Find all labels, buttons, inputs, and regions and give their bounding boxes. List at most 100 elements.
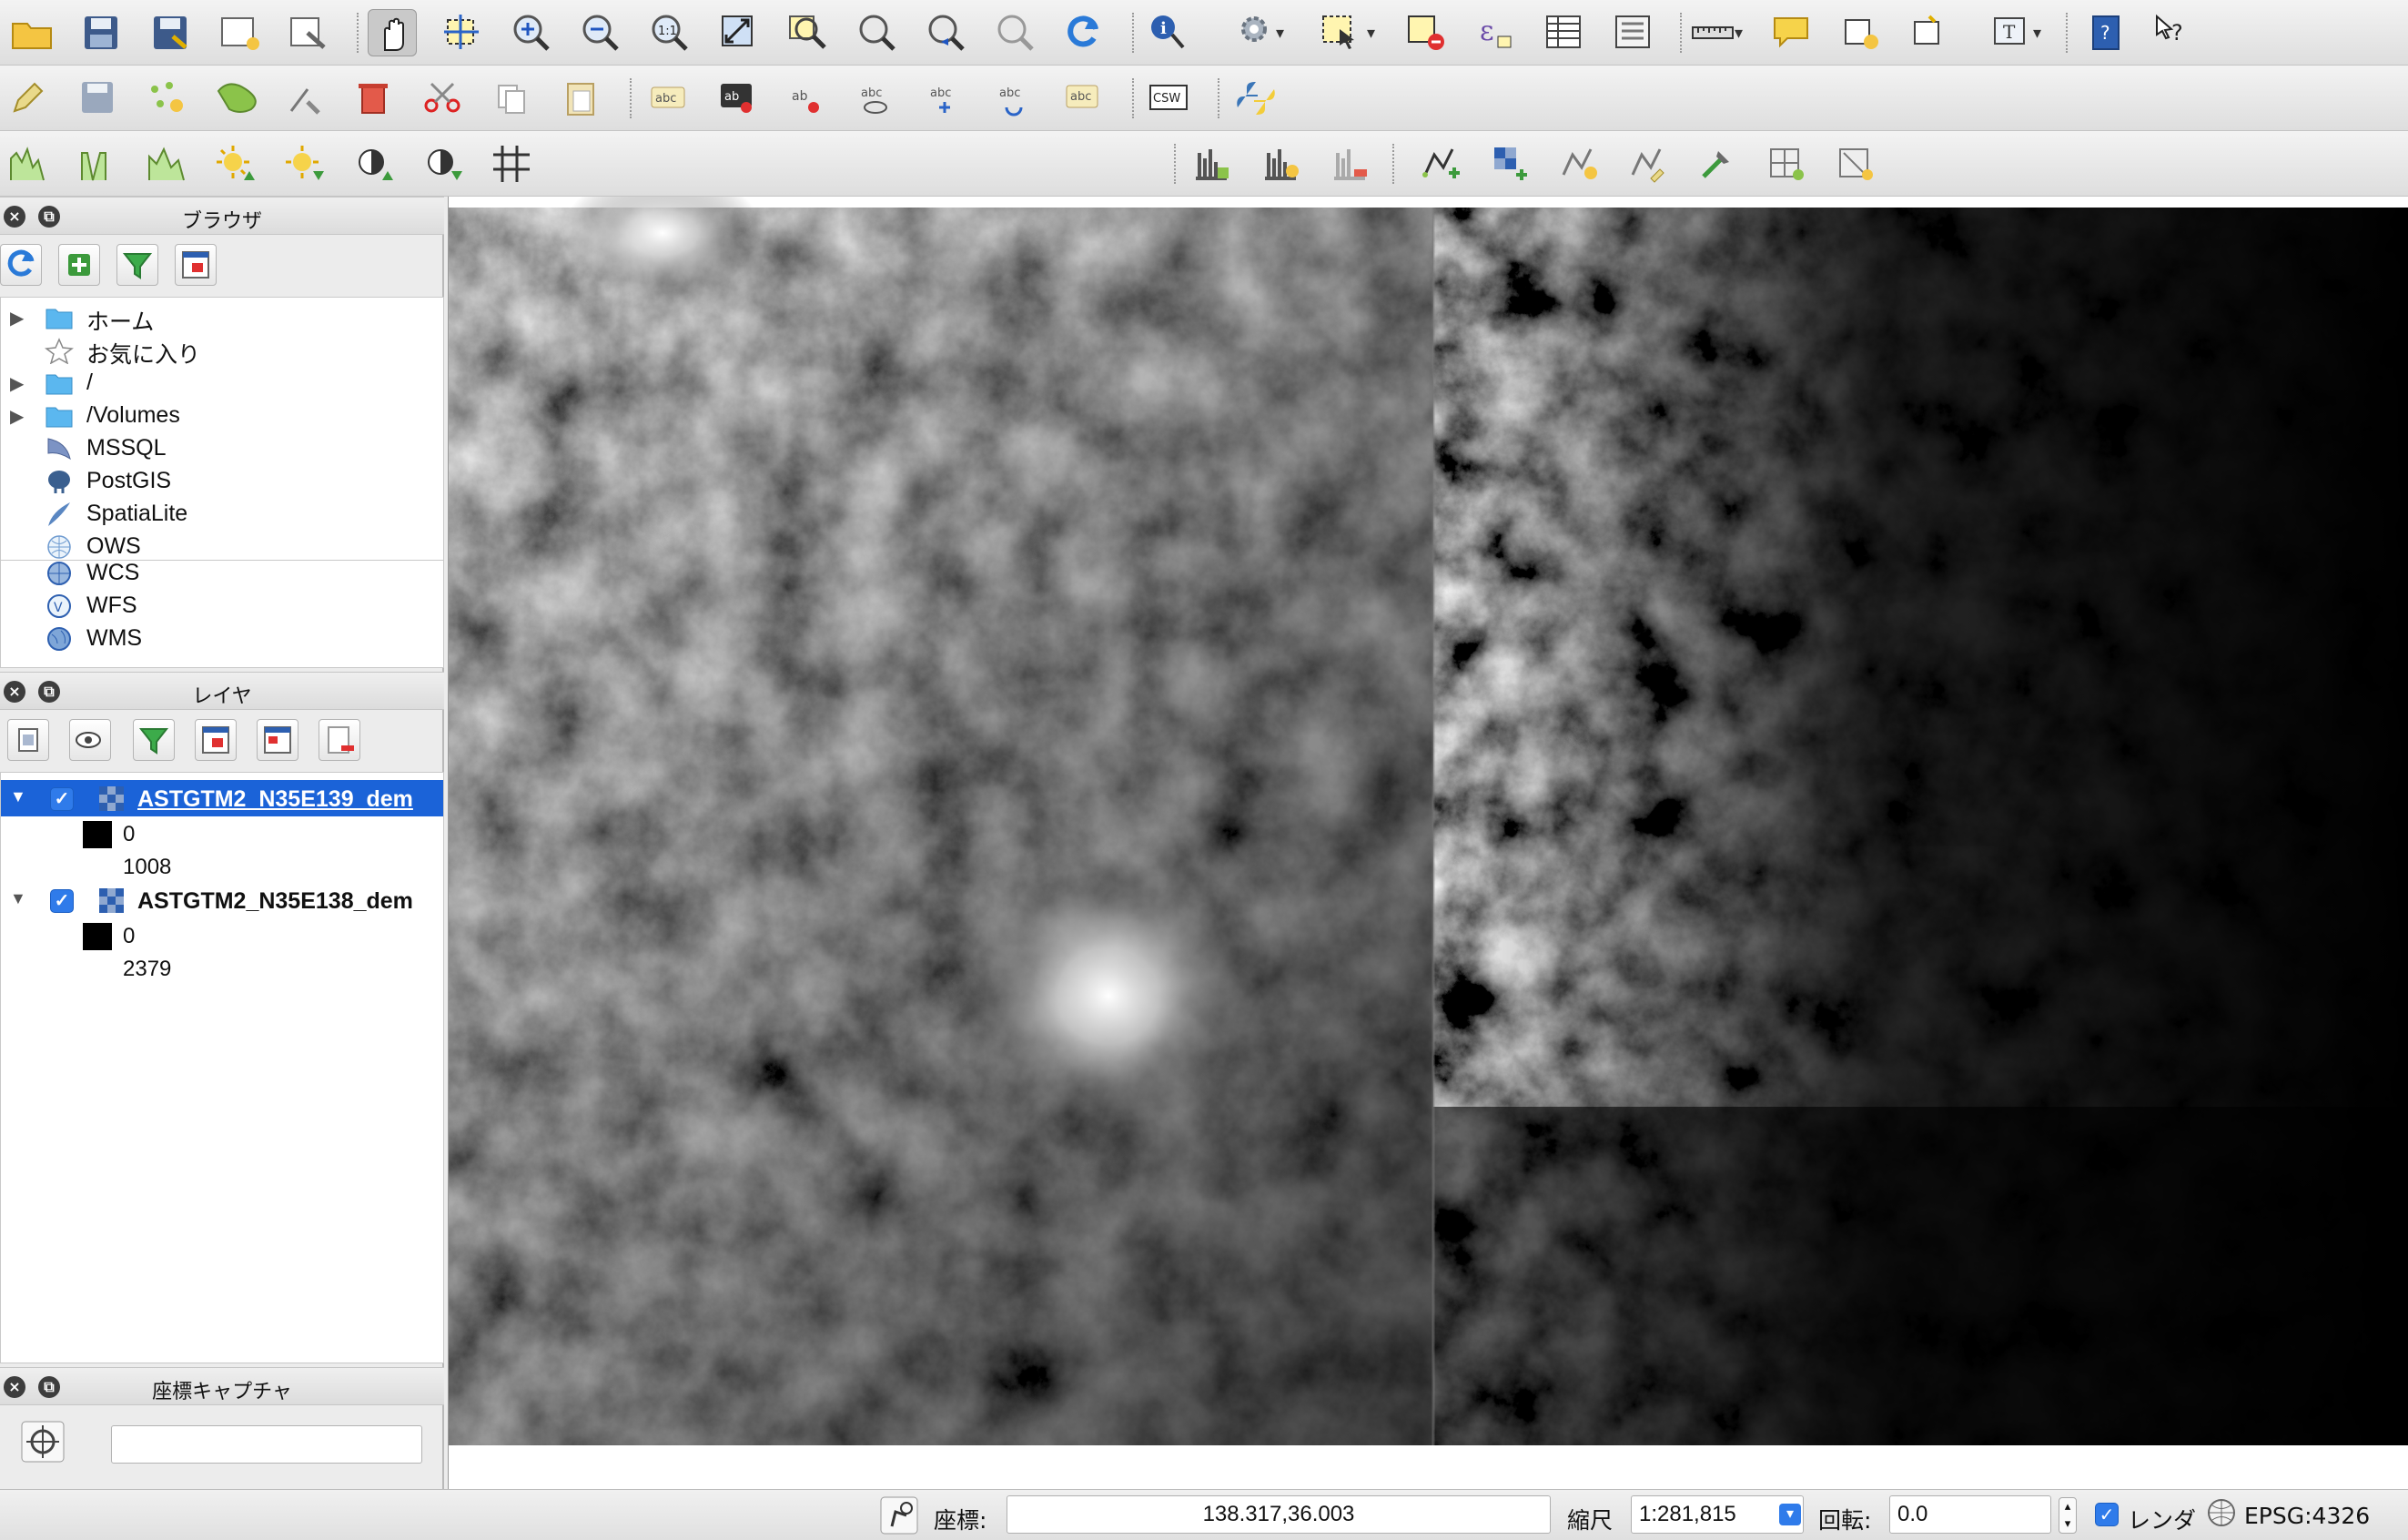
change-label-icon[interactable]: abc [1059, 75, 1108, 122]
zoom-out-icon[interactable] [575, 9, 624, 56]
decrease-contrast-icon[interactable] [419, 140, 468, 187]
browser-item-home[interactable]: ▶ ホーム [1, 301, 443, 335]
layer-row-n35e139[interactable]: ▼ ✓ ASTGTM2_N35E139_dem [1, 780, 443, 816]
local-histogram-stretch-icon[interactable] [73, 140, 122, 187]
help-contents-icon[interactable]: ? [2082, 9, 2131, 56]
expand-arrow-icon[interactable]: ▶ [10, 307, 24, 329]
rotation-spinner-icon[interactable]: ▴ ▾ [2059, 1497, 2077, 1534]
layer-row-n35e138[interactable]: ▼ ✓ ASTGTM2_N35E138_dem [1, 882, 443, 918]
crs-globe-icon[interactable] [2206, 1497, 2237, 1528]
map-tips-icon[interactable] [1767, 9, 1816, 56]
coordinate-field[interactable]: 138.317,36.003 [1007, 1495, 1551, 1534]
full-histogram-stretch-icon[interactable] [142, 140, 191, 187]
delete-spatial-index-icon[interactable] [1325, 140, 1374, 187]
zoom-full-icon[interactable] [713, 9, 763, 56]
zoom-next-icon[interactable] [990, 9, 1039, 56]
crs-label[interactable]: EPSG:4326 [2244, 1503, 2370, 1529]
refresh-icon[interactable] [1059, 9, 1108, 56]
decrease-brightness-icon[interactable] [280, 140, 329, 187]
paste-features-icon[interactable] [557, 75, 606, 122]
topology-tools-icon[interactable] [1693, 140, 1742, 187]
filter-legend-icon[interactable] [133, 719, 175, 761]
expression-select-icon[interactable]: ε [1471, 9, 1520, 56]
add-raster-layer-icon[interactable] [1485, 140, 1534, 187]
expand-arrow-icon[interactable]: ▶ [10, 372, 24, 395]
zoom-to-layer-icon[interactable] [852, 9, 901, 56]
attribute-table-icon[interactable] [1540, 9, 1589, 56]
csw-metasearch-icon[interactable]: CSW [1145, 75, 1194, 122]
pan-hand-icon[interactable] [368, 9, 417, 56]
add-group-eye-icon[interactable] [69, 719, 111, 761]
save-edits-icon[interactable] [73, 75, 122, 122]
expand-all-icon[interactable] [195, 719, 237, 761]
collapse-arrow-icon[interactable]: ▼ [10, 787, 26, 806]
browser-item-wms[interactable]: WMS [1, 623, 443, 655]
browser-item-volumes[interactable]: ▶ /Volumes [1, 400, 443, 432]
composer-manager-icon[interactable] [284, 9, 333, 56]
browser-item-wcs[interactable]: WCS [1, 557, 443, 590]
new-vector-layer-icon[interactable] [1416, 140, 1465, 187]
python-console-icon[interactable] [1232, 75, 1281, 122]
save-project-icon[interactable] [76, 9, 126, 56]
map-canvas[interactable] [448, 197, 2408, 1489]
move-label-icon[interactable]: abc [921, 75, 970, 122]
copy-features-icon[interactable] [488, 75, 537, 122]
browser-item-postgis[interactable]: PostGIS [1, 465, 443, 498]
increase-contrast-icon[interactable] [349, 140, 399, 187]
highlight-pinned-labels-icon[interactable]: ab [783, 75, 832, 122]
histogram-stretch-icon[interactable] [4, 140, 53, 187]
layer-visibility-checkbox[interactable]: ✓ [50, 889, 74, 913]
remove-layer-icon[interactable] [319, 719, 360, 761]
add-layer-yellow-icon[interactable] [1554, 140, 1604, 187]
browser-item-spatialite[interactable]: SpatiaLite [1, 498, 443, 531]
deselect-features-icon[interactable] [1401, 9, 1451, 56]
collapse-all-icon[interactable] [257, 719, 298, 761]
move-feature-icon[interactable] [211, 75, 260, 122]
field-calculator-icon[interactable] [1609, 9, 1658, 56]
zoom-in-icon[interactable] [506, 9, 555, 56]
delete-selected-trash-icon[interactable] [349, 75, 399, 122]
render-checkbox[interactable]: ✓ [2095, 1503, 2119, 1526]
coordinate-toggle-icon[interactable] [879, 1495, 919, 1535]
measure-ruler-icon[interactable] [1689, 9, 1738, 56]
scale-dropdown-icon[interactable]: ▾ [1779, 1504, 1801, 1525]
rotation-field[interactable]: 0.0 [1889, 1495, 2051, 1534]
create-spatial-index-icon[interactable] [1187, 140, 1236, 187]
layer-visibility-checkbox[interactable]: ✓ [50, 787, 74, 811]
browser-item-root[interactable]: ▶ / [1, 367, 443, 400]
select-features-icon[interactable] [1316, 9, 1365, 56]
text-annotation-icon[interactable]: T [1988, 9, 2037, 56]
show-hide-labels-icon[interactable]: abc [852, 75, 901, 122]
pin-labels-icon[interactable]: ab [713, 75, 763, 122]
zoom-native-resolution-icon[interactable]: 1:1 [644, 9, 693, 56]
edit-layer-icon[interactable] [1624, 140, 1673, 187]
new-bookmark-icon[interactable] [1836, 9, 1886, 56]
layer-style-icon[interactable] [7, 719, 49, 761]
identify-features-icon[interactable]: i [1143, 9, 1192, 56]
collapse-all-icon[interactable] [175, 244, 217, 286]
show-bookmarks-icon[interactable] [1906, 9, 1955, 56]
merge-layer-icon[interactable] [1831, 140, 1880, 187]
expand-arrow-icon[interactable]: ▶ [10, 405, 24, 428]
refresh-icon[interactable] [0, 244, 42, 286]
scale-combobox[interactable]: 1:281,815 ▾ [1631, 1495, 1804, 1534]
increase-brightness-icon[interactable] [211, 140, 260, 187]
browser-item-favorites[interactable]: お気に入り [1, 334, 443, 368]
add-selected-layer-icon[interactable] [58, 244, 100, 286]
pan-to-selection-icon[interactable] [437, 9, 486, 56]
filter-icon[interactable] [116, 244, 158, 286]
new-spatial-index-icon[interactable] [1256, 140, 1305, 187]
zoom-to-selection-icon[interactable] [783, 9, 832, 56]
rotate-label-icon[interactable]: abc [990, 75, 1039, 122]
node-tool-icon[interactable] [280, 75, 329, 122]
layer-labeling-abc-icon[interactable]: abc [644, 75, 693, 122]
add-feature-icon[interactable] [142, 75, 191, 122]
split-layer-icon[interactable] [1762, 140, 1811, 187]
new-print-composer-icon[interactable] [215, 9, 264, 56]
toggle-editing-pencil-icon[interactable] [4, 75, 53, 122]
whats-this-icon[interactable]: ? [2150, 9, 2199, 56]
collapse-arrow-icon[interactable]: ▼ [10, 889, 26, 908]
browser-item-wfs[interactable]: V WFS [1, 590, 443, 623]
browser-item-mssql[interactable]: MSSQL [1, 432, 443, 465]
open-project-folder-icon[interactable] [7, 9, 56, 56]
